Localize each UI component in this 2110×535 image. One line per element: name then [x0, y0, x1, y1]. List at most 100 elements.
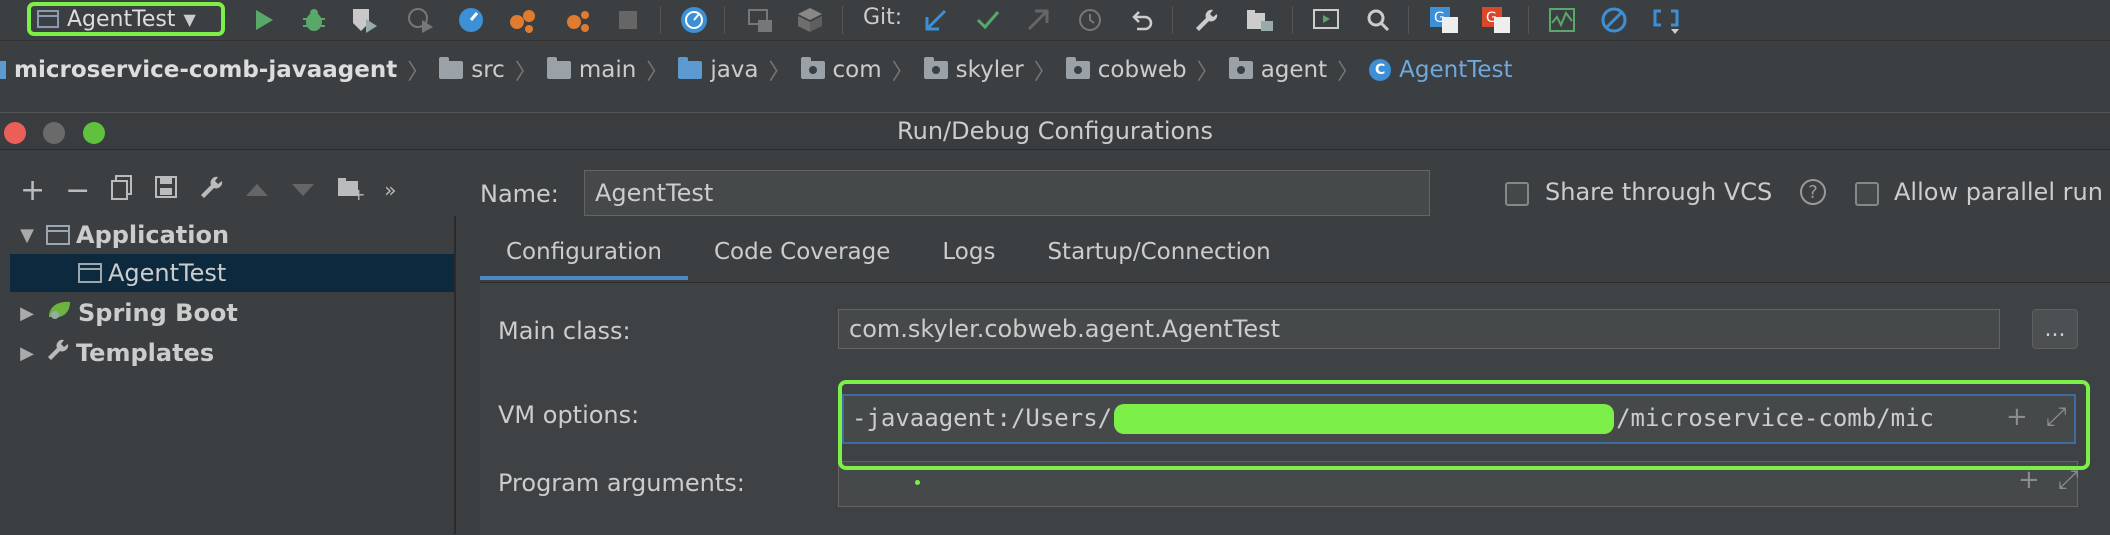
tree-item-agenttest[interactable]: AgentTest: [10, 254, 454, 292]
breadcrumb-label: main: [578, 57, 637, 83]
breadcrumb-agent[interactable]: agent: [1228, 57, 1328, 83]
chevron-right-icon: 〉: [891, 60, 914, 85]
translate-replace-icon[interactable]: G: [1478, 4, 1514, 36]
folder-icon: [439, 57, 464, 79]
splitter[interactable]: [455, 216, 456, 534]
main-toolbar: AgentTest ▼ Git: G G: [0, 0, 2110, 41]
breadcrumb-label: skyler: [955, 57, 1024, 83]
git-update-icon[interactable]: [920, 4, 952, 36]
breadcrumb-main[interactable]: main: [546, 57, 637, 83]
name-label: Name:: [480, 180, 559, 208]
project-icon: [0, 61, 6, 79]
modules-icon[interactable]: [794, 4, 826, 36]
tree-item-templates[interactable]: ▶ Templates: [10, 334, 454, 372]
move-down-icon[interactable]: [290, 174, 316, 207]
tree-item-application[interactable]: ▼ Application: [10, 216, 454, 254]
move-up-icon[interactable]: [244, 174, 270, 207]
more-icon[interactable]: »: [384, 178, 396, 202]
add-icon[interactable]: +: [20, 173, 45, 208]
breadcrumb-cobweb[interactable]: cobweb: [1065, 57, 1187, 83]
monitor-icon[interactable]: [1546, 4, 1578, 36]
breadcrumb-label: src: [471, 57, 505, 83]
tree-item-label: Templates: [76, 339, 215, 367]
tree-item-spring-boot[interactable]: ▶ Spring Boot: [10, 294, 454, 332]
build-artifact-icon[interactable]: [744, 4, 776, 36]
rollback-icon[interactable]: [1126, 4, 1158, 36]
search-icon[interactable]: [1362, 4, 1394, 36]
wrench-icon: [46, 338, 70, 368]
run-icon[interactable]: [248, 4, 280, 36]
breadcrumb-label: agent: [1260, 57, 1328, 83]
run-with-coverage-icon[interactable]: [348, 4, 380, 36]
chevron-right-icon: 〉: [646, 60, 669, 85]
package-icon: [1065, 57, 1090, 79]
tree-item-label: AgentTest: [108, 259, 227, 287]
browse-main-class-button[interactable]: ...: [2032, 309, 2078, 349]
save-icon[interactable]: [154, 174, 178, 207]
config-tabs: Configuration Code Coverage Logs Startup…: [480, 228, 1297, 280]
tab-logs[interactable]: Logs: [916, 228, 1021, 280]
git-label: Git:: [863, 5, 903, 30]
disable-icon[interactable]: [1598, 4, 1630, 36]
project-structure-icon[interactable]: [1244, 4, 1276, 36]
run-configuration-label: AgentTest: [67, 6, 176, 32]
breadcrumb-com[interactable]: com: [800, 57, 882, 83]
performance-icon[interactable]: [676, 4, 712, 36]
profiler-icon[interactable]: [404, 4, 436, 36]
help-icon[interactable]: ?: [1800, 179, 1826, 205]
wrench-icon[interactable]: [198, 174, 224, 207]
tab-configuration[interactable]: Configuration: [480, 228, 688, 280]
main-class-input[interactable]: com.skyler.cobweb.agent.AgentTest: [838, 309, 2000, 349]
presentation-icon[interactable]: [1310, 4, 1342, 36]
insert-macro-icon[interactable]: +: [2006, 402, 2028, 433]
breadcrumb-src[interactable]: src: [439, 57, 505, 83]
attach-debugger-icon[interactable]: [506, 4, 538, 36]
new-folder-icon[interactable]: +: [336, 174, 366, 207]
tree-item-label: Spring Boot: [78, 299, 238, 327]
git-push-icon[interactable]: [1022, 4, 1054, 36]
remove-icon[interactable]: −: [65, 173, 90, 208]
toolbar-separator: [1292, 6, 1293, 34]
toolbar-separator: [842, 6, 843, 34]
chevron-right-icon: 〉: [514, 60, 537, 85]
vm-options-input[interactable]: -javaagent:/Users/ /microservice-comb/mic: [842, 394, 2076, 444]
source-folder-icon: [678, 57, 703, 79]
expand-icon[interactable]: ⤢: [2046, 402, 2067, 433]
chevron-right-icon: ▶: [20, 302, 34, 324]
vm-options-prefix: -javaagent:/Users/: [852, 404, 1113, 432]
remote-debug-icon[interactable]: [561, 4, 593, 36]
code-with-me-icon[interactable]: [1650, 4, 1682, 36]
toolbar-separator: [1408, 6, 1409, 34]
svg-text:+: +: [352, 185, 364, 200]
wrench-icon[interactable]: [1190, 4, 1222, 36]
vm-options-label: VM options:: [498, 401, 640, 429]
run-configuration-selector[interactable]: AgentTest ▼: [27, 2, 225, 36]
parallel-run-checkbox[interactable]: [1855, 182, 1879, 206]
breadcrumb-label: AgentTest: [1399, 57, 1513, 83]
toolbar-separator: [1528, 6, 1529, 34]
share-vcs-checkbox[interactable]: [1505, 182, 1529, 206]
share-vcs-label: Share through VCS: [1545, 178, 1773, 206]
config-tree: ▼ Application AgentTest ▶ Spring Boot ▶ …: [10, 216, 455, 534]
name-input[interactable]: AgentTest: [584, 170, 1430, 216]
debug-icon[interactable]: [298, 4, 330, 36]
stop-icon[interactable]: [612, 4, 644, 36]
git-commit-icon[interactable]: [972, 4, 1004, 36]
chevron-down-icon: ▼: [183, 9, 196, 29]
speed-gauge-icon[interactable]: [455, 4, 487, 36]
google-translate-icon[interactable]: G: [1426, 4, 1462, 36]
breadcrumb-agenttest[interactable]: C AgentTest: [1369, 57, 1513, 83]
breadcrumb-skyler[interactable]: skyler: [923, 57, 1024, 83]
application-icon: [46, 225, 70, 245]
redaction-mark: [1114, 404, 1615, 434]
history-icon[interactable]: [1074, 4, 1106, 36]
chevron-right-icon: 〉: [1033, 60, 1056, 85]
breadcrumb-java[interactable]: java: [678, 57, 759, 83]
chevron-right-icon: 〉: [1196, 60, 1219, 85]
breadcrumb-project[interactable]: microservice-comb-javaagent: [14, 57, 397, 83]
copy-icon[interactable]: [110, 174, 134, 207]
package-icon: [1228, 57, 1253, 79]
run-debug-dialog: Run/Debug Configurations + − + » ▼ Appli…: [0, 112, 2110, 535]
tab-startup-connection[interactable]: Startup/Connection: [1021, 228, 1296, 280]
tab-code-coverage[interactable]: Code Coverage: [688, 228, 916, 280]
